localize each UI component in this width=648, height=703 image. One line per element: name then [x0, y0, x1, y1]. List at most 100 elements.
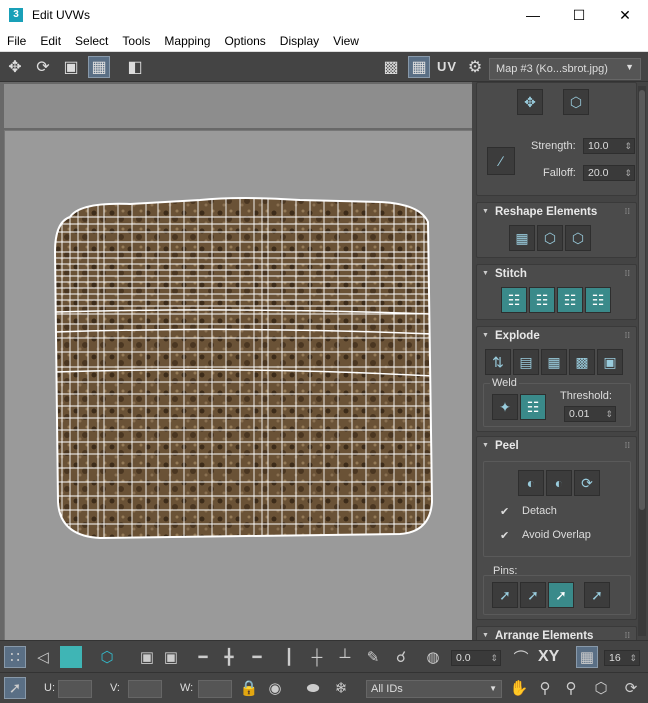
weld-selected-icon[interactable]: ☷ — [520, 394, 546, 420]
reset-peel-icon[interactable]: ⟳ — [574, 470, 600, 496]
select-pins-icon[interactable]: ➚ — [584, 582, 610, 608]
paint-size-icon[interactable]: ☌ — [390, 646, 412, 668]
menu-edit[interactable]: Edit — [33, 34, 68, 48]
grid-size-spinner[interactable]: 16 — [604, 650, 640, 666]
maximize-button[interactable]: ☐ — [556, 0, 602, 30]
move-icon[interactable]: ✥ — [4, 56, 26, 78]
stitch-target-icon[interactable]: ☷ — [529, 287, 555, 313]
stitch-source-icon[interactable]: ☷ — [501, 287, 527, 313]
stitch-custom-icon[interactable]: ☷ — [585, 287, 611, 313]
element-mode-icon[interactable]: ⬡ — [96, 646, 118, 668]
zoom-icon[interactable]: ⚲ — [534, 677, 556, 699]
break-icon[interactable]: ⇅ — [485, 349, 511, 375]
grid-snap-icon[interactable]: ▦ — [576, 646, 598, 668]
flatten-smoothing-icon[interactable]: ▩ — [569, 349, 595, 375]
menu-view[interactable]: View — [326, 34, 366, 48]
zoom-extents-icon[interactable]: ⬡ — [590, 677, 612, 699]
reshape-title[interactable]: Reshape Elements — [477, 203, 636, 221]
menu-file[interactable]: File — [0, 34, 33, 48]
texture-settings-icon[interactable]: ⚙ — [464, 56, 486, 78]
show-map-icon[interactable]: ▦ — [408, 56, 430, 78]
close-button[interactable]: ✕ — [602, 0, 648, 30]
map-dropdown[interactable]: Map #3 (Ko...sbrot.jpg) ▼ — [489, 58, 641, 80]
avoid-overlap-checkbox[interactable]: ✔ — [500, 530, 512, 542]
falloff-spinner[interactable]: 20.0 — [583, 165, 635, 181]
menu-options[interactable]: Options — [217, 34, 272, 48]
face-mode-icon[interactable] — [60, 646, 82, 668]
uv-viewport[interactable] — [0, 82, 472, 640]
stitch-rollout: Stitch ☷ ☷ ☷ ☷ — [476, 264, 637, 320]
freeform-icon[interactable]: ▦ — [88, 56, 110, 78]
falloff-line-icon[interactable]: ∕ — [487, 147, 515, 175]
uv-label[interactable]: UV — [437, 59, 457, 74]
menu-display[interactable]: Display — [273, 34, 326, 48]
align-bottom-icon[interactable]: ┴ — [334, 646, 356, 668]
rotate-icon[interactable]: ⟳ — [32, 56, 54, 78]
menu-tools[interactable]: Tools — [115, 34, 157, 48]
id-filter-dropdown[interactable]: All IDs ▼ — [366, 680, 502, 698]
peel-title[interactable]: Peel — [477, 437, 636, 455]
paint-select-icon[interactable]: ✎ — [362, 646, 384, 668]
uv-shell — [53, 197, 434, 540]
detach-checkbox[interactable]: ✔ — [500, 506, 512, 518]
pin-icon[interactable]: ➚ — [492, 582, 518, 608]
stitch-average-icon[interactable]: ☷ — [557, 287, 583, 313]
soft-select-curve-icon[interactable]: ⌒ — [510, 646, 532, 668]
reshape-rollout: Reshape Elements ▦ ⬡ ⬡ — [476, 202, 637, 258]
freeze-icon[interactable]: ❄ — [330, 677, 352, 699]
menu-mapping[interactable]: Mapping — [157, 34, 217, 48]
sculpt-move-icon[interactable]: ✥ — [517, 89, 543, 115]
u-field[interactable] — [58, 680, 92, 698]
panel-scroll-thumb[interactable] — [639, 90, 645, 510]
edge-loop-icon[interactable]: ━ — [246, 646, 268, 668]
quick-peel-icon[interactable]: ◐ — [518, 470, 544, 496]
strength-label: Strength: — [531, 140, 576, 152]
scale-icon[interactable]: ▣ — [60, 56, 82, 78]
w-field[interactable] — [198, 680, 232, 698]
detach-icon[interactable]: ▤ — [513, 349, 539, 375]
zoom-region-icon[interactable]: ⚲ — [560, 677, 582, 699]
hide-icon[interactable]: ◉ — [264, 677, 286, 699]
mirror-icon[interactable]: ◧ — [124, 56, 146, 78]
weld-target-icon[interactable]: ✦ — [492, 394, 518, 420]
stitch-title[interactable]: Stitch — [477, 265, 636, 283]
edge-mode-icon[interactable]: ◁ — [32, 646, 54, 668]
avoid-overlap-label: Avoid Overlap — [522, 529, 591, 541]
flatten-material-icon[interactable]: ▣ — [597, 349, 623, 375]
arrange-title[interactable]: Arrange Elements — [477, 627, 636, 640]
grow-select-icon[interactable]: ▣ — [136, 646, 158, 668]
uv-mesh-svg[interactable] — [0, 82, 472, 640]
loop-select-icon[interactable]: ━ — [192, 646, 214, 668]
straighten-icon[interactable]: ▦ — [509, 225, 535, 251]
pan-icon[interactable]: ✋ — [508, 677, 530, 699]
unpin-icon[interactable]: ➚ — [520, 582, 546, 608]
threshold-spinner[interactable]: 0.01 — [564, 406, 616, 422]
vertex-mode-icon[interactable]: ∷ — [4, 646, 26, 668]
relax-icon[interactable]: ⬡ — [537, 225, 563, 251]
shrink-select-icon[interactable]: ▣ — [160, 646, 182, 668]
flatten-icon[interactable]: ▦ — [541, 349, 567, 375]
weld-label: Weld — [490, 377, 519, 389]
lock-icon[interactable]: 🔒 — [238, 677, 260, 699]
angle-spinner[interactable]: 0.0 — [451, 650, 501, 666]
menu-bar: File Edit Select Tools Mapping Options D… — [0, 30, 648, 52]
strength-spinner[interactable]: 10.0 — [583, 138, 635, 154]
ring-select-icon[interactable]: ╋ — [218, 646, 240, 668]
menu-select[interactable]: Select — [68, 34, 115, 48]
auto-pin-icon[interactable]: ➚ — [548, 582, 574, 608]
align-vertical-icon[interactable]: ┃ — [278, 646, 300, 668]
weld-group: Weld ✦ ☷ Threshold: 0.01 — [483, 377, 631, 427]
sculpt-relax-icon[interactable]: ⬡ — [563, 89, 589, 115]
relax-settings-icon[interactable]: ⬡ — [565, 225, 591, 251]
align-horizontal-icon[interactable]: ┼ — [306, 646, 328, 668]
xy-axis-toggle[interactable]: XY — [538, 648, 559, 666]
peel-mode-icon[interactable]: ◐ — [546, 470, 572, 496]
absolute-offset-icon[interactable]: ➚ — [4, 677, 26, 699]
rotate-angle-icon[interactable]: ◍ — [422, 646, 444, 668]
minimize-button[interactable]: — — [510, 0, 556, 30]
explode-title[interactable]: Explode — [477, 327, 636, 345]
show-icon[interactable]: ⬬ — [302, 677, 324, 699]
help-icon[interactable]: ⟳ — [620, 677, 642, 699]
checker-icon[interactable]: ▩ — [380, 56, 402, 78]
v-field[interactable] — [128, 680, 162, 698]
